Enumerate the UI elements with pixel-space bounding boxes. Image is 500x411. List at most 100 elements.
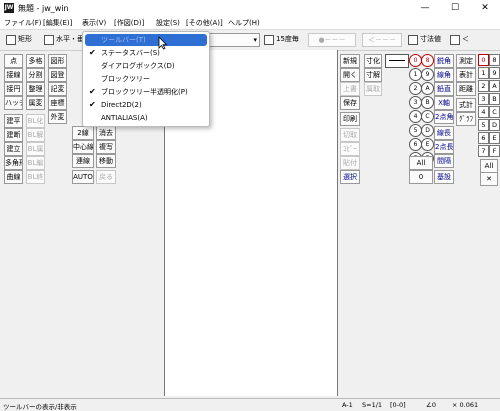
tool-text-change[interactable]: 記変 [48,82,67,96]
tool-select[interactable]: 選択 [340,170,360,184]
tool-vertical[interactable]: 鉛直 [434,82,454,96]
tool-measure[interactable]: 測定 [456,54,476,68]
dim-checkbox[interactable] [408,35,418,45]
tool-open[interactable]: 開く [340,68,360,82]
tool-dim-release[interactable]: 寸解 [364,68,382,82]
tool-point[interactable]: 点 [4,54,23,68]
tool-bl-attr[interactable]: BL属 [26,142,45,156]
rect-checkbox[interactable] [6,35,16,45]
layer-group-button[interactable]: E [489,132,500,144]
tool-attr-get[interactable]: 属取 [364,82,382,96]
tool-graph[interactable]: ｸﾞﾗﾌ [456,112,476,126]
tool-external-change[interactable]: 外変 [48,110,67,124]
tool-new[interactable]: 新規 [340,54,360,68]
tool-auto[interactable]: AUTO [72,170,94,184]
lt-checkbox[interactable] [450,35,460,45]
layer-group-button[interactable]: 3 [478,93,489,105]
tool-copy[interactable]: 複写 [96,140,116,154]
tool-figure-register[interactable]: 図登 [48,68,67,82]
tool-line-angle[interactable]: 線角 [434,68,454,82]
tool-erase[interactable]: 消去 [96,126,116,140]
tool-elevation[interactable]: 建立 [4,142,23,156]
tool-polygon[interactable]: 多角形 [4,156,23,170]
tool-curve[interactable]: 曲線 [4,170,23,184]
menu-other[interactable]: [その他(A)] [186,18,223,28]
menu-settings[interactable]: 設定(S) [156,18,180,28]
layer-group-button[interactable]: 4 [478,106,489,118]
tool-continuous-line[interactable]: 連線 [72,154,94,168]
maximize-button[interactable]: ☐ [440,0,470,16]
deg15-checkbox[interactable] [264,35,274,45]
tool-dim-make[interactable]: 寸化 [364,54,382,68]
layer-group-button[interactable]: B [489,93,500,105]
tool-undo[interactable]: 戻る [96,170,116,184]
tool-x-axis[interactable]: X軸 [434,96,454,110]
tool-tangent[interactable]: 接線 [4,68,23,82]
layer-group-button[interactable]: C [489,106,500,118]
tool-tangent-circle[interactable]: 接円 [4,82,23,96]
tool-center-line[interactable]: 中心線 [72,140,94,154]
pen-circle[interactable]: 9 [421,68,434,81]
tool-double-line[interactable]: 2線 [72,126,94,140]
tool-overwrite[interactable]: 上書 [340,82,360,96]
tool-arrange[interactable]: 整理 [26,82,45,96]
pen-circle[interactable]: C [421,110,434,123]
pen-circle[interactable]: A [421,82,434,95]
snap-button[interactable]: ●－－－ [308,33,356,47]
pen-circle[interactable]: D [421,124,434,137]
close-button[interactable]: ✕ [470,0,500,16]
layer-readout[interactable]: [0-0] [390,401,406,409]
angle-readout[interactable]: ∠0 [426,401,436,409]
layer-group-button[interactable]: 8 [489,54,500,66]
tool-two-point-length[interactable]: 2点長 [434,140,454,154]
menu-item-antialias[interactable]: ANTIALIAS(A) [85,112,207,124]
layer-group-button[interactable]: 0 [478,54,489,66]
tool-sharp-angle[interactable]: 鋭角 [434,54,454,68]
tool-clip-copy[interactable]: ｺﾋﾟｰ [340,142,360,156]
close-icon[interactable]: ✕ [480,172,498,186]
layer-group-button[interactable]: 6 [478,132,489,144]
menu-file[interactable]: ファイル(F) [4,18,42,28]
menu-item-dialogbox[interactable]: ダイアログボックス(D) [85,60,207,72]
arrow-button[interactable]: ＜－－－ [362,33,402,47]
tool-two-point-angle[interactable]: 2点角 [434,110,454,124]
tool-bl-edit[interactable]: BL編 [26,156,45,170]
all-layers-button[interactable]: All [409,156,433,170]
layer-group-button[interactable]: 5 [478,119,489,131]
menu-item-direct2d[interactable]: ✔ Direct2D(2) [85,99,207,111]
paper-size[interactable]: A-1 [342,401,353,409]
layer-group-button[interactable]: A [489,80,500,92]
menu-item-toolbar[interactable]: ツールバー(T) [85,34,207,46]
tool-figure[interactable]: 図形 [48,54,67,68]
tool-table-calc[interactable]: 表計 [456,68,476,82]
all-groups-button[interactable]: All [480,159,498,173]
tool-plan[interactable]: 建平 [4,114,23,128]
menu-item-statusbar[interactable]: ✔ ステータスバー(S) [85,47,207,59]
tool-multi[interactable]: 多格 [26,54,45,68]
layer-group-button[interactable]: F [489,145,500,157]
tool-bl-release[interactable]: BL解 [26,128,45,142]
tool-formula[interactable]: 式計 [456,98,476,112]
scale-readout[interactable]: S=1/1 [362,401,382,409]
menu-draw[interactable]: [作図(D)] [114,18,144,28]
tool-hatch[interactable]: ハッチ [4,96,23,110]
line-preview[interactable] [385,54,409,68]
tool-paste[interactable]: 貼付 [340,156,360,170]
layer-group-button[interactable]: 9 [489,67,500,79]
tool-attr-change[interactable]: 属変 [26,96,45,110]
layer-group-button[interactable]: 2 [478,80,489,92]
layer-group-button[interactable]: 1 [478,67,489,79]
pen-circle[interactable]: 8 [421,54,434,67]
menu-edit[interactable]: [編集(E)] [43,18,72,28]
zero-button[interactable]: 0 [409,170,433,184]
tool-section[interactable]: 建断 [4,128,23,142]
tool-line-length[interactable]: 線長 [434,126,454,140]
tool-distance[interactable]: 距離 [456,82,476,96]
tool-print[interactable]: 印刷 [340,112,360,126]
layer-group-button[interactable]: 7 [478,145,489,157]
zoom-readout[interactable]: × 0.061 [452,401,478,409]
tool-save[interactable]: 保存 [340,96,360,110]
hv-checkbox[interactable] [44,35,54,45]
linetype-select[interactable]: ▾ [208,33,260,47]
layer-group-button[interactable]: D [489,119,500,131]
